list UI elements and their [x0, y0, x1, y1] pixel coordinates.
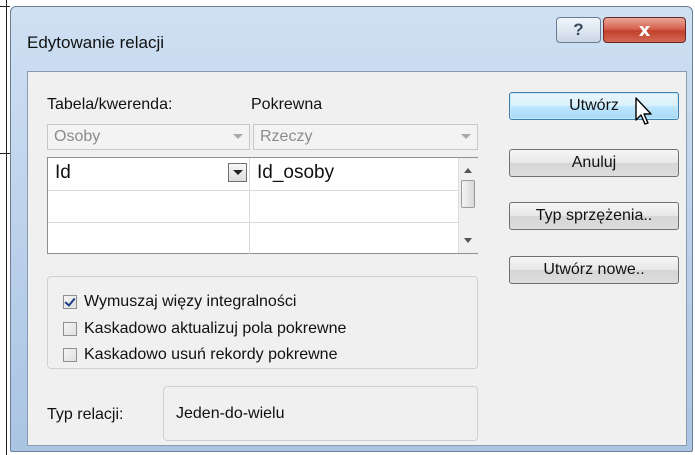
integrity-options-group: Wymuszaj więzy integralności Kaskadowo a…: [47, 276, 478, 369]
related-table-label: Pokrewna: [251, 96, 323, 113]
cancel-button[interactable]: Anuluj: [509, 149, 679, 177]
cascade-update-label: Kaskadowo aktualizuj pola pokrewne: [84, 320, 347, 337]
dialog-body: Tabela/kwerenda: Pokrewna Osoby Rzeczy I…: [27, 71, 687, 446]
table-row: Id Id_osoby: [48, 158, 458, 191]
close-button[interactable]: x: [603, 17, 686, 43]
foreign-field-cell[interactable]: Id_osoby: [250, 158, 458, 190]
enforce-integrity-label: Wymuszaj więzy integralności: [84, 293, 297, 310]
related-table-value: Rzeczy: [260, 128, 313, 145]
cancel-button-label: Anuluj: [571, 154, 617, 171]
enforce-integrity-checkbox[interactable]: [63, 295, 77, 309]
table-row: [48, 190, 458, 223]
join-type-button[interactable]: Typ sprzężenia..: [509, 202, 679, 230]
relation-type-value: Jeden-do-wielu: [176, 405, 285, 422]
chevron-down-icon: [233, 134, 243, 139]
scroll-down-icon[interactable]: [464, 238, 472, 243]
chevron-down-icon: [461, 134, 471, 139]
edit-relationships-dialog: Edytowanie relacji ? x Tabela/kwerenda: …: [10, 6, 693, 452]
mouse-pointer-icon: [635, 97, 652, 125]
table-row: [48, 222, 458, 254]
cascade-delete-option[interactable]: Kaskadowo usuń rekordy pokrewne: [63, 344, 337, 366]
foreign-field-cell[interactable]: [250, 222, 458, 254]
create-new-button[interactable]: Utwórz nowe..: [509, 256, 679, 284]
grid-scrollbar[interactable]: [458, 158, 478, 253]
cascade-update-checkbox[interactable]: [63, 322, 77, 336]
relation-type-label: Typ relacji:: [47, 406, 124, 423]
background-tick: [0, 6, 10, 7]
primary-field-cell[interactable]: Id: [48, 158, 250, 190]
scroll-thumb[interactable]: [461, 180, 475, 208]
dialog-title: Edytowanie relacji: [27, 33, 165, 52]
primary-field-cell[interactable]: [48, 190, 250, 222]
create-button-label: Utwórz: [569, 97, 619, 114]
primary-field-cell[interactable]: [48, 222, 250, 254]
create-new-button-label: Utwórz nowe..: [543, 261, 645, 278]
table-query-value: Osoby: [54, 128, 101, 145]
scroll-up-icon[interactable]: [464, 168, 472, 173]
background-tick: [0, 153, 10, 154]
table-query-label: Tabela/kwerenda:: [47, 96, 173, 113]
field-mapping-grid: Id Id_osoby: [47, 157, 478, 254]
related-table-combo[interactable]: Rzeczy: [253, 124, 478, 150]
cascade-update-option[interactable]: Kaskadowo aktualizuj pola pokrewne: [63, 318, 346, 340]
help-button[interactable]: ?: [556, 17, 601, 43]
close-icon: x: [638, 19, 651, 41]
field-dropdown-button[interactable]: [228, 163, 247, 182]
relation-type-box: Jeden-do-wielu: [163, 386, 478, 441]
background-divider: [6, 0, 7, 455]
primary-field-value: Id: [55, 162, 71, 183]
cascade-delete-label: Kaskadowo usuń rekordy pokrewne: [84, 346, 338, 363]
table-query-combo[interactable]: Osoby: [47, 124, 250, 150]
help-icon: ?: [573, 20, 584, 39]
cascade-delete-checkbox[interactable]: [63, 348, 77, 362]
enforce-integrity-option[interactable]: Wymuszaj więzy integralności: [63, 291, 296, 313]
foreign-field-cell[interactable]: [250, 190, 458, 222]
foreign-field-value: Id_osoby: [257, 162, 335, 183]
join-type-button-label: Typ sprzężenia..: [535, 207, 653, 224]
